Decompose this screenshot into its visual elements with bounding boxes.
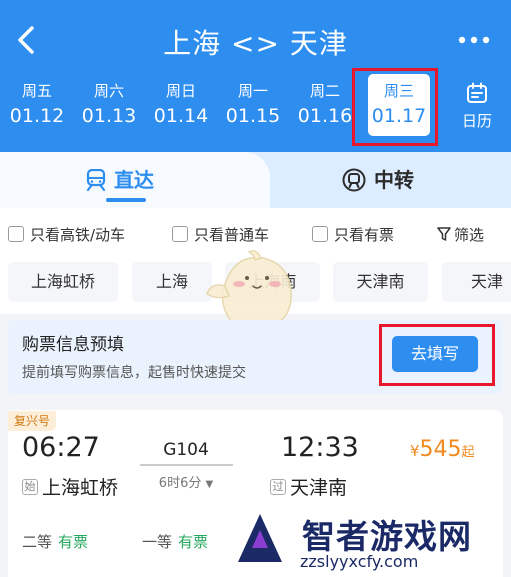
checkbox-box xyxy=(8,226,24,242)
date-value: 01.15 xyxy=(225,105,281,127)
seat-status: 有票 xyxy=(58,533,89,551)
duration-toggle[interactable]: 6时6分 ▼ xyxy=(150,472,222,491)
date-value: 01.16 xyxy=(297,105,353,127)
seat-status: 有票 xyxy=(178,533,209,551)
pass-tag: 过 xyxy=(270,478,286,495)
price-currency: ¥ xyxy=(410,442,420,460)
price: ¥545起 xyxy=(410,437,475,462)
checkbox-box xyxy=(172,226,188,242)
screen-filter-label: 筛选 xyxy=(454,225,485,244)
price-value: 545 xyxy=(419,437,462,462)
checkbox-box xyxy=(312,226,328,242)
prefill-title: 购票信息预填 xyxy=(22,335,124,355)
top-header: 上海 <> 天津 周五 01.12 周六 01.13 周日 01.14 周一 0… xyxy=(0,0,511,152)
date-highlight-frame xyxy=(352,68,438,146)
watermark-name: 智者游戏网 xyxy=(302,517,472,556)
filter-high-speed-checkbox[interactable]: 只看高铁/动车 xyxy=(8,224,125,244)
calendar-label: 日历 xyxy=(461,112,492,130)
date-value: 01.14 xyxy=(153,105,209,127)
destination-station-name: 天津南 xyxy=(290,477,348,499)
date-value: 01.12 xyxy=(9,105,65,127)
tab-indicator xyxy=(106,198,146,202)
filter-regular-checkbox[interactable]: 只看普通车 xyxy=(172,224,269,244)
calendar-button[interactable]: 日历 xyxy=(450,82,504,132)
transfer-train-icon xyxy=(342,168,366,192)
date-item[interactable]: 周日 01.14 xyxy=(146,80,216,140)
route-type-tabs: 直达 中转 xyxy=(0,152,511,208)
date-weekday: 周日 xyxy=(165,82,196,100)
seat-first-class: 一等 有票 xyxy=(142,531,208,552)
date-item[interactable]: 周六 01.13 xyxy=(74,80,144,140)
date-weekday: 周一 xyxy=(237,82,268,100)
price-suffix: 起 xyxy=(461,445,475,460)
screen-filter-button[interactable]: 筛选 xyxy=(436,224,484,244)
station-chip[interactable]: 天津南 xyxy=(333,262,428,302)
date-item[interactable]: 周五 01.12 xyxy=(2,80,72,140)
origin-station: 始 上海虹桥 xyxy=(22,473,118,500)
seat-second-class: 二等 有票 xyxy=(22,531,88,552)
train-number: G104 xyxy=(163,440,209,460)
departure-time: 06:27 xyxy=(22,432,100,463)
station-chip[interactable]: 上海 xyxy=(132,262,212,302)
tab-transfer-label: 中转 xyxy=(374,168,414,192)
seat-class: 一等 xyxy=(142,533,173,551)
station-chip[interactable]: 天津 xyxy=(442,262,511,302)
route-title: 上海 <> 天津 xyxy=(163,27,348,60)
watermark-logo-icon xyxy=(238,514,282,562)
date-weekday: 周二 xyxy=(309,82,340,100)
seat-class: 二等 xyxy=(22,533,53,551)
date-weekday: 周六 xyxy=(93,82,124,100)
button-highlight-frame xyxy=(379,324,495,386)
site-watermark: 智者游戏网 zzslyyxcfy.com xyxy=(230,508,511,577)
prefill-subtitle: 提前填写购票信息，起售时快速提交 xyxy=(22,365,246,381)
duration-text: 6时6分 xyxy=(158,476,202,491)
calendar-icon xyxy=(467,82,487,103)
more-options-icon[interactable] xyxy=(457,28,491,52)
origin-tag: 始 xyxy=(22,478,38,495)
watermark-url: zzslyyxcfy.com xyxy=(300,552,419,571)
origin-station-name: 上海虹桥 xyxy=(42,477,119,499)
filter-available-checkbox[interactable]: 只看有票 xyxy=(312,224,394,244)
filter-label: 只看普通车 xyxy=(194,225,270,244)
date-weekday: 周五 xyxy=(21,82,52,100)
station-chip[interactable]: 上海虹桥 xyxy=(8,262,118,302)
caret-down-icon: ▼ xyxy=(205,479,214,490)
destination-station: 过 天津南 xyxy=(270,473,347,500)
funnel-icon xyxy=(437,227,451,241)
arrival-time: 12:33 xyxy=(281,432,359,463)
date-value: 01.13 xyxy=(81,105,137,127)
filter-label: 只看有票 xyxy=(334,225,395,244)
train-icon xyxy=(86,169,106,191)
train-badge: 复兴号 xyxy=(8,411,57,431)
train-duration-line xyxy=(140,464,233,466)
filter-label: 只看高铁/动车 xyxy=(30,225,126,244)
tab-transfer[interactable]: 中转 xyxy=(342,152,414,208)
date-item[interactable]: 周一 01.15 xyxy=(218,80,288,140)
date-item[interactable]: 周二 01.16 xyxy=(290,80,360,140)
